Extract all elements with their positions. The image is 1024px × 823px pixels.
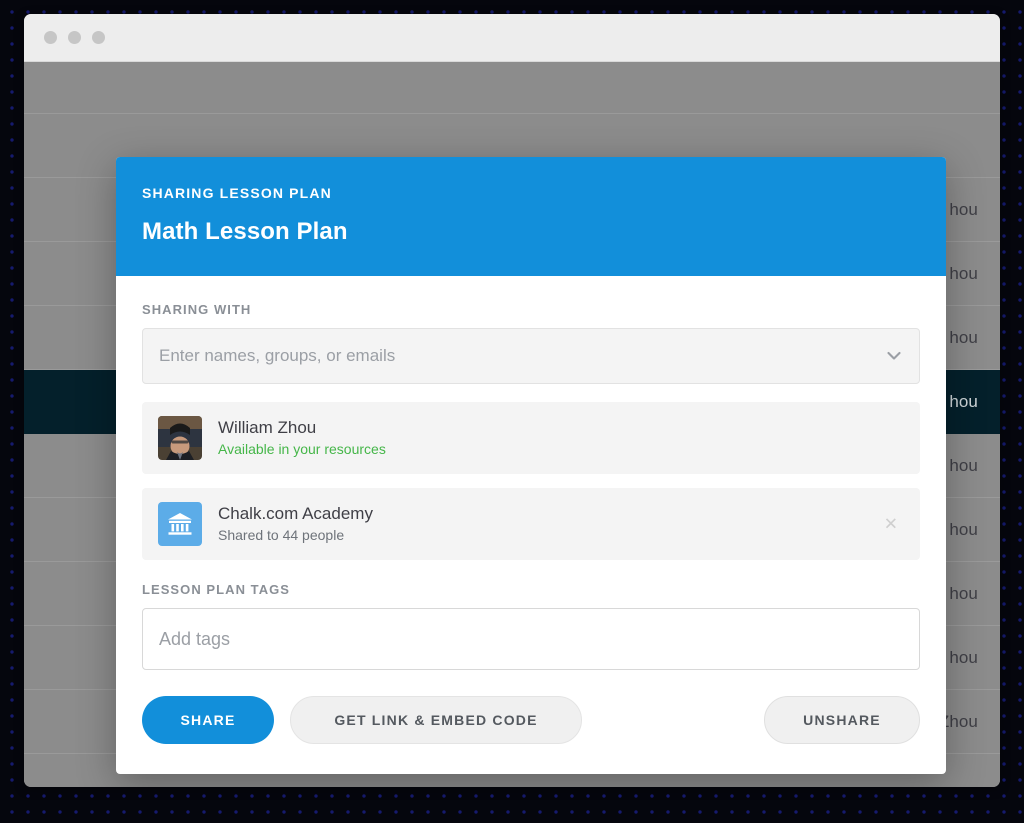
- modal-eyebrow: SHARING LESSON PLAN: [142, 185, 332, 201]
- table-cell-owner: hou: [949, 263, 978, 283]
- shared-entity-row[interactable]: William Zhou Available in your resources: [142, 402, 920, 474]
- browser-window: hou hou hou hou hou hou hou hou William Zhou SHA…: [24, 14, 1000, 787]
- table-cell-owner: hou: [949, 647, 978, 667]
- entity-name: William Zhou: [218, 418, 317, 438]
- table-cell-owner: hou: [949, 519, 978, 539]
- unshare-button[interactable]: UNSHARE: [764, 696, 920, 744]
- share-button[interactable]: SHARE: [142, 696, 274, 744]
- table-cell-owner: hou: [949, 583, 978, 603]
- get-link-embed-code-button[interactable]: GET LINK & EMBED CODE: [290, 696, 582, 744]
- tags-input[interactable]: [159, 628, 903, 650]
- avatar: [158, 416, 202, 460]
- table-cell-owner: hou: [949, 327, 978, 347]
- share-lesson-plan-modal: SHARING LESSON PLAN Math Lesson Plan SHA…: [116, 157, 946, 774]
- sharing-with-label: SHARING WITH: [142, 302, 252, 317]
- close-window-icon[interactable]: [44, 31, 57, 44]
- entity-status: Shared to 44 people: [218, 526, 345, 543]
- sharing-with-input[interactable]: [159, 346, 879, 366]
- entity-name: Chalk.com Academy: [218, 504, 373, 524]
- lesson-plan-tags-label: LESSON PLAN TAGS: [142, 582, 291, 597]
- remove-entity-icon[interactable]: ✕: [884, 516, 898, 533]
- modal-body: SHARING WITH Enter names, groups, or ema…: [116, 276, 946, 774]
- entity-text: William Zhou Available in your resources: [218, 417, 386, 458]
- page-backdrop: hou hou hou hou hou hou hou hou William Zhou SHA…: [0, 0, 1024, 823]
- table-cell-owner: hou: [949, 199, 978, 219]
- modal-actions: SHARE GET LINK & EMBED CODE UNSHARE: [142, 696, 920, 744]
- entity-status: Available in your resources: [218, 440, 386, 457]
- institution-icon: [158, 502, 202, 546]
- app-content-dimmed: hou hou hou hou hou hou hou hou William Zhou SHA…: [24, 62, 1000, 787]
- sharing-with-field[interactable]: [142, 328, 920, 384]
- entity-text: Chalk.com Academy Shared to 44 people: [218, 503, 373, 544]
- page-title: Math Lesson Plan: [142, 218, 348, 245]
- modal-header: SHARING LESSON PLAN Math Lesson Plan: [116, 157, 946, 276]
- maximize-window-icon[interactable]: [92, 31, 105, 44]
- chevron-down-icon[interactable]: [887, 351, 901, 361]
- shared-entity-row[interactable]: Chalk.com Academy Shared to 44 people ✕: [142, 488, 920, 560]
- table-cell-owner: hou: [949, 391, 978, 411]
- table-row[interactable]: [24, 50, 1000, 114]
- minimize-window-icon[interactable]: [68, 31, 81, 44]
- table-cell-owner: hou: [949, 455, 978, 475]
- tags-field[interactable]: [142, 608, 920, 670]
